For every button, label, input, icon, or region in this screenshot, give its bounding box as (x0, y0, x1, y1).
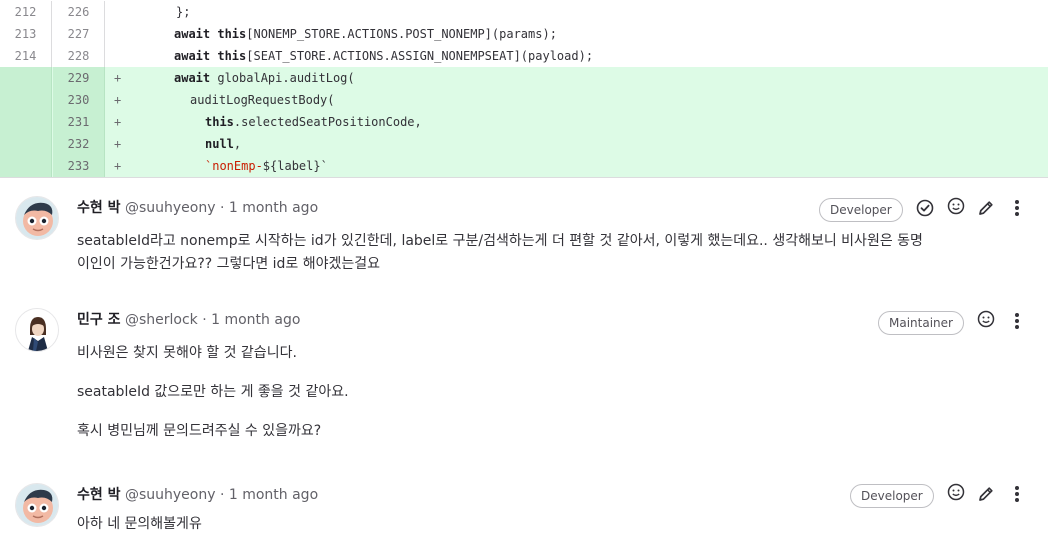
code-text: `nonEmp-${label}` (205, 159, 328, 173)
note-body: 아하 네 문의해볼게유 (77, 513, 202, 536)
diff-line-added: 232 + null, (0, 133, 1048, 155)
role-badge: Maintainer (878, 311, 964, 335)
author-meta[interactable]: @sherlock · 1 month ago (125, 312, 300, 328)
note-author: 수현 박 @suuhyeony · 1 month ago (77, 485, 318, 505)
body-line: 아하 네 문의해볼게유 (77, 516, 202, 532)
more-actions-button[interactable] (1006, 199, 1028, 221)
kebab-menu-icon (1014, 312, 1020, 334)
author-name[interactable]: 수현 박 (77, 200, 121, 216)
old-line-number[interactable]: 213 (0, 23, 52, 45)
author-name[interactable]: 수현 박 (77, 487, 121, 503)
body-line: 이인이 가능한건가요?? 그렇다면 id로 해야겠는걸요 (77, 256, 381, 272)
code-text: auditLogRequestBody( (190, 93, 335, 107)
add-reaction-button[interactable] (975, 310, 997, 332)
author-name[interactable]: 민구 조 (77, 312, 121, 328)
old-line-number[interactable] (0, 111, 52, 133)
discussion-note: 수현 박 @suuhyeony · 1 month ago Developer … (0, 178, 1048, 290)
body-paragraph: 혹시 병민님께 문의드려주실 수 있을까요? (77, 423, 322, 439)
diff-line-added: 231 + this.selectedSeatPositionCode, (0, 111, 1048, 133)
added-marker: + (114, 71, 122, 85)
edit-comment-button[interactable] (975, 485, 997, 507)
new-line-number[interactable]: 226 (53, 1, 105, 23)
pencil-icon (977, 199, 995, 221)
code-diff: 212 226 }; 213 227 await this[NONEMP_STO… (0, 0, 1048, 178)
smiley-icon (947, 197, 965, 219)
new-line-number[interactable]: 230 (53, 89, 105, 111)
smiley-icon (977, 310, 995, 332)
kebab-menu-icon (1014, 199, 1020, 221)
edit-comment-button[interactable] (975, 199, 997, 221)
old-line-number[interactable] (0, 133, 52, 155)
diff-line: 213 227 await this[NONEMP_STORE.ACTIONS.… (0, 23, 1048, 45)
code-text: await globalApi.auditLog( (174, 71, 355, 85)
added-marker: + (114, 115, 122, 129)
diff-line-added: 230 + auditLogRequestBody( (0, 89, 1048, 111)
old-line-number[interactable]: 212 (0, 1, 52, 23)
new-line-number[interactable]: 229 (53, 67, 105, 89)
old-line-number[interactable] (0, 155, 52, 177)
resolve-thread-button[interactable] (914, 199, 936, 221)
discussion-note: 민구 조 @sherlock · 1 month ago Maintainer … (0, 290, 1048, 465)
kebab-menu-icon (1014, 485, 1020, 507)
pencil-icon (977, 485, 995, 507)
note-author: 수현 박 @suuhyeony · 1 month ago (77, 198, 318, 218)
smiley-icon (947, 483, 965, 505)
code-text: this.selectedSeatPositionCode, (205, 115, 422, 129)
diff-line: 212 226 }; (0, 1, 1048, 23)
body-line: seatableId라고 nonemp로 시작하는 id가 있긴한데, labe… (77, 233, 923, 249)
avatar[interactable] (15, 483, 59, 527)
note-body: seatableId라고 nonemp로 시작하는 id가 있긴한데, labe… (77, 230, 923, 276)
add-reaction-button[interactable] (945, 483, 967, 505)
check-circle-icon (916, 199, 934, 221)
added-marker: + (114, 159, 122, 173)
author-meta[interactable]: @suuhyeony · 1 month ago (125, 200, 318, 216)
old-line-number[interactable] (0, 89, 52, 111)
discussion-note: 수현 박 @suuhyeony · 1 month ago Developer … (0, 465, 1048, 551)
new-line-number[interactable]: 232 (53, 133, 105, 155)
body-paragraph: 비사원은 찾지 못해야 할 것 같습니다. (77, 345, 297, 361)
new-line-number[interactable]: 233 (53, 155, 105, 177)
diff-line-added: 233 + `nonEmp-${label}` (0, 155, 1048, 177)
avatar[interactable] (15, 196, 59, 240)
author-meta[interactable]: @suuhyeony · 1 month ago (125, 487, 318, 503)
old-line-number[interactable]: 214 (0, 45, 52, 67)
code-text: null, (205, 137, 242, 151)
code-text: await this[NONEMP_STORE.ACTIONS.POST_NON… (174, 27, 557, 41)
new-line-number[interactable]: 231 (53, 111, 105, 133)
diff-line-added: 229 + await globalApi.auditLog( (0, 67, 1048, 89)
diff-line: 214 228 await this[SEAT_STORE.ACTIONS.AS… (0, 45, 1048, 67)
body-paragraph: seatableId 값으로만 하는 게 좋을 것 같아요. (77, 384, 349, 400)
role-badge: Developer (819, 198, 903, 222)
more-actions-button[interactable] (1006, 485, 1028, 507)
code-text: }; (176, 5, 191, 19)
role-badge: Developer (850, 484, 934, 508)
more-actions-button[interactable] (1006, 312, 1028, 334)
note-body: 비사원은 찾지 못해야 할 것 같습니다. seatableId 값으로만 하는… (77, 342, 349, 443)
old-line-number[interactable] (0, 67, 52, 89)
code-text: await this[SEAT_STORE.ACTIONS.ASSIGN_NON… (174, 49, 594, 63)
avatar[interactable] (15, 308, 59, 352)
note-author: 민구 조 @sherlock · 1 month ago (77, 310, 300, 330)
added-marker: + (114, 93, 122, 107)
added-marker: + (114, 137, 122, 151)
add-reaction-button[interactable] (945, 197, 967, 219)
new-line-number[interactable]: 228 (53, 45, 105, 67)
new-line-number[interactable]: 227 (53, 23, 105, 45)
